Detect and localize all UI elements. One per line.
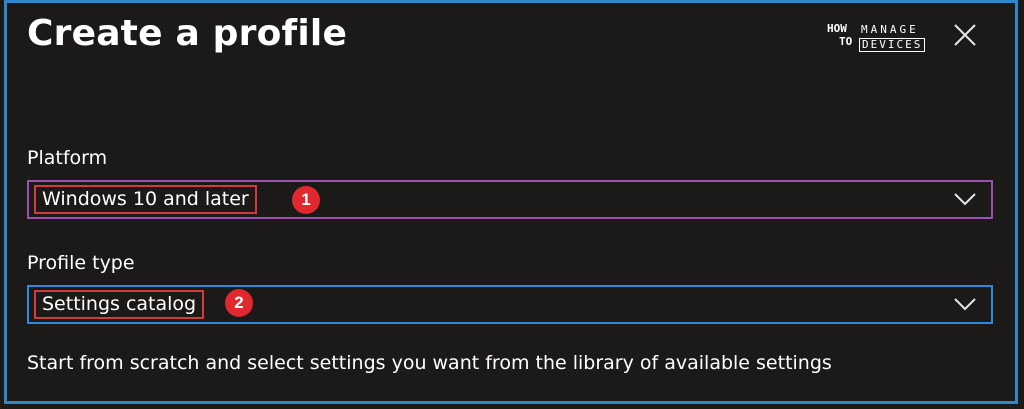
- profile-type-dropdown[interactable]: Settings catalog 2: [27, 285, 993, 324]
- annotation-badge-2: 2: [225, 289, 253, 317]
- profile-type-selected-value: Settings catalog: [34, 290, 205, 319]
- logo-manage: MANAGE: [861, 23, 919, 36]
- close-button[interactable]: [952, 22, 978, 48]
- logo-how: HOW: [827, 22, 847, 35]
- logo-to: TO: [839, 35, 853, 48]
- platform-label: Platform: [27, 147, 108, 169]
- platform-selected-value: Windows 10 and later: [34, 185, 257, 214]
- platform-dropdown[interactable]: Windows 10 and later 1: [27, 180, 993, 219]
- chevron-down-icon: [954, 298, 976, 311]
- brand-logo: HOW TO MANAGE DEVICES: [827, 23, 937, 61]
- page-title: Create a profile: [27, 13, 348, 54]
- chevron-down-icon: [954, 193, 976, 206]
- annotation-badge-1: 1: [292, 186, 320, 214]
- close-icon: [954, 24, 976, 46]
- create-profile-panel: Create a profile HOW TO MANAGE DEVICES P…: [4, 0, 1018, 404]
- profile-type-description: Start from scratch and select settings y…: [27, 352, 832, 374]
- logo-devices: DEVICES: [859, 38, 926, 52]
- profile-type-label: Profile type: [27, 252, 135, 274]
